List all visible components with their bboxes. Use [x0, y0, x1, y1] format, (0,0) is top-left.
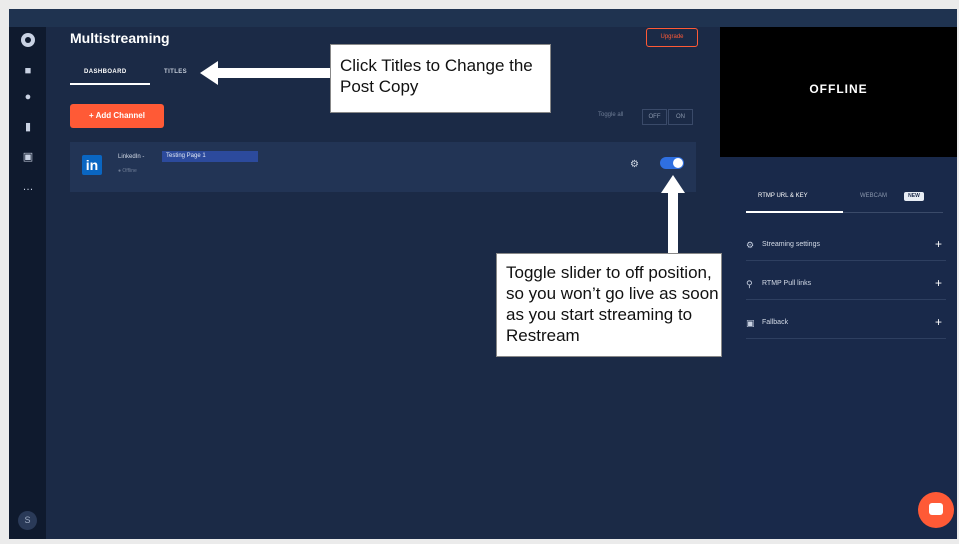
- channel-page-chip[interactable]: Testing Page 1: [162, 151, 258, 162]
- user-avatar[interactable]: S: [18, 511, 37, 530]
- stream-preview: OFFLINE: [720, 27, 957, 157]
- video-icon[interactable]: ■: [22, 65, 34, 77]
- gear-icon: ⚙: [746, 240, 755, 250]
- settings-row-label: Streaming settings: [762, 241, 820, 248]
- chat-icon[interactable]: ●: [22, 91, 34, 103]
- settings-row-fallback[interactable]: ▣ Fallback +: [746, 309, 946, 339]
- expand-plus-icon[interactable]: +: [935, 315, 942, 329]
- channel-status: ● Offline: [118, 168, 137, 174]
- toggle-all-on-button[interactable]: ON: [668, 109, 693, 125]
- channel-settings-gear-icon[interactable]: ⚙: [630, 159, 639, 171]
- channel-card: in LinkedIn - Testing Page 1 ● Offline ⚙: [70, 142, 696, 192]
- expand-plus-icon[interactable]: +: [935, 276, 942, 290]
- channel-toggle-switch[interactable]: [660, 157, 684, 169]
- toggle-knob: [673, 158, 683, 168]
- chat-bubble-icon: [929, 503, 943, 515]
- toggle-callout: Toggle slider to off position, so you wo…: [496, 253, 722, 357]
- top-bar: [9, 9, 957, 27]
- tab-titles[interactable]: TITLES: [164, 69, 187, 75]
- left-nav: ■ ● ▮ ▣ … S: [9, 27, 46, 539]
- settings-row-streaming[interactable]: ⚙ Streaming settings +: [746, 231, 946, 261]
- restream-logo-icon[interactable]: [21, 33, 35, 47]
- new-badge: NEW: [904, 192, 924, 201]
- titles-callout: Click Titles to Change the Post Copy: [330, 44, 551, 113]
- linkedin-icon: in: [82, 155, 102, 175]
- settings-row-label: Fallback: [762, 319, 789, 326]
- toggle-all-label: Toggle all: [598, 112, 624, 118]
- chat-support-button[interactable]: [918, 492, 954, 528]
- arrow-to-toggle-icon: [661, 175, 685, 253]
- more-icon[interactable]: …: [22, 181, 34, 193]
- arrow-to-titles-icon: [200, 61, 330, 85]
- tab-underline: [70, 83, 150, 85]
- link-icon: ⚲: [746, 279, 753, 289]
- right-tab-divider: [843, 212, 943, 213]
- tab-webcam[interactable]: WEBCAM: [860, 193, 887, 199]
- settings-row-rtmp-pull[interactable]: ⚲ RTMP Pull links +: [746, 270, 946, 300]
- channel-name: LinkedIn -: [118, 154, 145, 160]
- calendar-icon[interactable]: ▣: [22, 151, 34, 163]
- right-panel: OFFLINE RTMP URL & KEY WEBCAM NEW ⚙ Stre…: [720, 27, 957, 539]
- right-tab-underline: [746, 211, 843, 213]
- analytics-icon[interactable]: ▮: [22, 121, 34, 133]
- upgrade-button[interactable]: Upgrade: [646, 28, 698, 47]
- tab-dashboard[interactable]: DASHBOARD: [84, 69, 127, 75]
- settings-row-label: RTMP Pull links: [762, 280, 812, 287]
- row-divider: [746, 338, 946, 339]
- add-channel-button[interactable]: + Add Channel: [70, 104, 164, 128]
- row-divider: [746, 299, 946, 300]
- page-title: Multistreaming: [70, 30, 170, 46]
- preview-status: OFFLINE: [809, 82, 868, 96]
- row-divider: [746, 260, 946, 261]
- video-icon: ▣: [746, 318, 755, 328]
- expand-plus-icon[interactable]: +: [935, 237, 942, 251]
- toggle-all-off-button[interactable]: OFF: [642, 109, 667, 125]
- tab-rtmp-url-key[interactable]: RTMP URL & KEY: [758, 193, 808, 199]
